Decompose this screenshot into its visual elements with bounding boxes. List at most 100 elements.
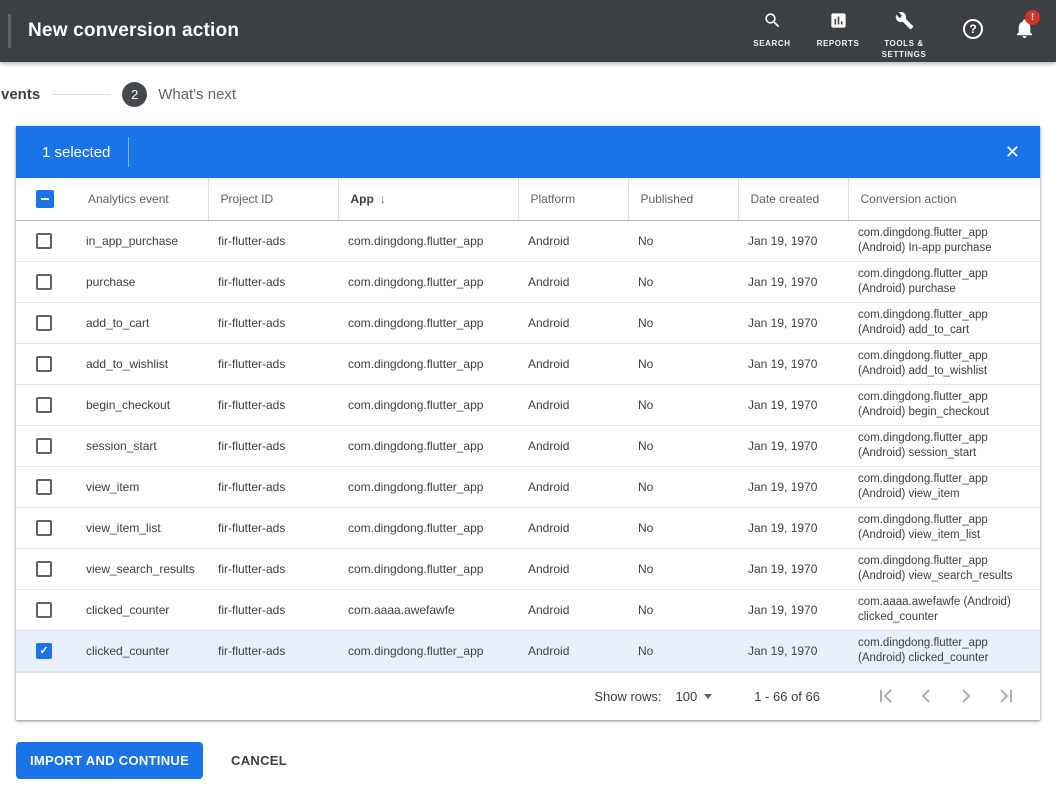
tools-settings-nav-label: TOOLS & SETTINGS [878, 39, 930, 61]
row-checkbox[interactable] [36, 602, 52, 618]
previous-page-button[interactable] [914, 684, 938, 708]
cell-app: com.dingdong.flutter_app [338, 630, 518, 671]
cell-event: session_start [76, 425, 208, 466]
checkbox-cell [16, 425, 76, 466]
next-page-button[interactable] [954, 684, 978, 708]
help-icon: ? [963, 19, 983, 39]
step-connector-line [52, 94, 110, 95]
table-row[interactable]: view_itemfir-flutter-adscom.dingdong.flu… [16, 466, 1040, 507]
cell-conversion-action: com.dingdong.flutter_app (Android) In-ap… [848, 220, 1040, 261]
table-row[interactable]: clicked_counterfir-flutter-adscom.dingdo… [16, 630, 1040, 671]
column-header-published[interactable]: Published [628, 178, 738, 220]
tools-settings-nav-button[interactable]: TOOLS & SETTINGS [871, 11, 937, 61]
table-row[interactable]: add_to_wishlistfir-flutter-adscom.dingdo… [16, 343, 1040, 384]
cell-app: com.dingdong.flutter_app [338, 302, 518, 343]
cell-event: view_item_list [76, 507, 208, 548]
checkbox-cell [16, 589, 76, 630]
bottom-actions: IMPORT AND CONTINUE CANCEL [16, 742, 1056, 779]
first-page-icon [874, 684, 898, 708]
table-row[interactable]: purchasefir-flutter-ads com.dingdong.flut… [16, 261, 1040, 302]
close-icon[interactable]: ✕ [1005, 143, 1020, 161]
cancel-button[interactable]: CANCEL [231, 753, 287, 768]
search-nav-label: SEARCH [753, 39, 790, 50]
cell-conversion-action: com.dingdong.flutter_app (Android) purch… [848, 261, 1040, 302]
selected-count: 1 selected [42, 144, 110, 161]
cell-event: purchase [76, 261, 208, 302]
cell-project-id: fir-flutter-ads [208, 507, 338, 548]
step-2-circle: 2 [122, 82, 147, 107]
previous-step-label[interactable]: vents [0, 86, 40, 103]
row-checkbox[interactable] [36, 561, 52, 577]
cell-platform: Android [518, 384, 628, 425]
cell-published: No [628, 630, 738, 671]
column-header-label: Conversion action [861, 192, 957, 206]
column-header-label: Date created [751, 192, 820, 206]
stepper: vents 2 What's next [0, 62, 1056, 126]
search-nav-button[interactable]: SEARCH [739, 11, 805, 50]
cell-platform: Android [518, 302, 628, 343]
analytics-events-card: 1 selected ✕ Analytics event Project ID … [16, 126, 1040, 720]
cell-platform: Android [518, 589, 628, 630]
table-row[interactable]: begin_checkoutfir-flutter-adscom.dingdon… [16, 384, 1040, 425]
checkbox-cell [16, 630, 76, 671]
cell-platform: Android [518, 220, 628, 261]
row-checkbox[interactable] [36, 315, 52, 331]
column-header-conversion-action[interactable]: Conversion action [848, 178, 1040, 220]
column-header-label: Analytics event [88, 192, 169, 206]
selection-bar: 1 selected ✕ [16, 126, 1040, 178]
reports-nav-button[interactable]: REPORTS [805, 11, 871, 50]
column-header-app[interactable]: App↓ [338, 178, 518, 220]
row-checkbox[interactable] [36, 356, 52, 372]
first-page-button[interactable] [874, 684, 898, 708]
step-2-label: What's next [158, 86, 236, 103]
row-checkbox[interactable] [36, 397, 52, 413]
cell-platform: Android [518, 507, 628, 548]
cell-platform: Android [518, 343, 628, 384]
column-header-label: Platform [531, 192, 576, 206]
row-checkbox[interactable] [36, 643, 52, 659]
cell-conversion-action: com.aaaa.awefawfe (Android) clicked_coun… [848, 589, 1040, 630]
last-page-button[interactable] [994, 684, 1018, 708]
row-checkbox[interactable] [36, 274, 52, 290]
table-row[interactable]: session_startfir-flutter-adscom.dingdong… [16, 425, 1040, 466]
cell-project-id: fir-flutter-ads [208, 261, 338, 302]
chevron-left-icon [914, 684, 938, 708]
column-header-project-id[interactable]: Project ID [208, 178, 338, 220]
checkbox-cell [16, 466, 76, 507]
row-checkbox[interactable] [36, 438, 52, 454]
cell-conversion-action: com.dingdong.flutter_app (Android) view_… [848, 548, 1040, 589]
cell-published: No [628, 507, 738, 548]
cell-published: No [628, 302, 738, 343]
rows-per-page-select[interactable]: 100 [676, 689, 713, 704]
table-header-row: Analytics event Project ID App↓ Platform… [16, 178, 1040, 220]
cell-app: com.dingdong.flutter_app [338, 507, 518, 548]
table-row[interactable]: clicked_counterfir-flutter-adscom.aaaa.a… [16, 589, 1040, 630]
select-all-cell [16, 178, 76, 220]
cell-app: com.aaaa.awefawfe [338, 589, 518, 630]
reports-icon [829, 11, 848, 35]
cell-event: view_search_results [76, 548, 208, 589]
row-checkbox[interactable] [36, 233, 52, 249]
column-header-analytics-event[interactable]: Analytics event [76, 178, 208, 220]
cell-platform: Android [518, 548, 628, 589]
table-row[interactable]: add_to_cartfir-flutter-adscom.dingdong.f… [16, 302, 1040, 343]
table-row[interactable]: view_search_resultsfir-flutter-ads com.di… [16, 548, 1040, 589]
checkbox-cell [16, 261, 76, 302]
help-button[interactable]: ? [963, 19, 983, 39]
checkbox-cell [16, 384, 76, 425]
selection-divider [128, 137, 129, 167]
column-header-date-created[interactable]: Date created [738, 178, 848, 220]
column-header-platform[interactable]: Platform [518, 178, 628, 220]
import-and-continue-button[interactable]: IMPORT AND CONTINUE [16, 742, 203, 779]
notifications-button[interactable]: ! [1013, 17, 1036, 45]
row-checkbox[interactable] [36, 479, 52, 495]
row-checkbox[interactable] [36, 520, 52, 536]
cell-project-id: fir-flutter-ads [208, 466, 338, 507]
dropdown-arrow-icon [704, 694, 712, 699]
cell-published: No [628, 589, 738, 630]
select-all-checkbox[interactable] [36, 190, 54, 208]
table-row[interactable]: view_item_listfir-flutter-adscom.dingdon… [16, 507, 1040, 548]
table-row[interactable]: in_app_purchasefir-flutter-adscom.dingdo… [16, 220, 1040, 261]
bell-icon [1013, 27, 1036, 44]
cell-project-id: fir-flutter-ads [208, 548, 338, 589]
